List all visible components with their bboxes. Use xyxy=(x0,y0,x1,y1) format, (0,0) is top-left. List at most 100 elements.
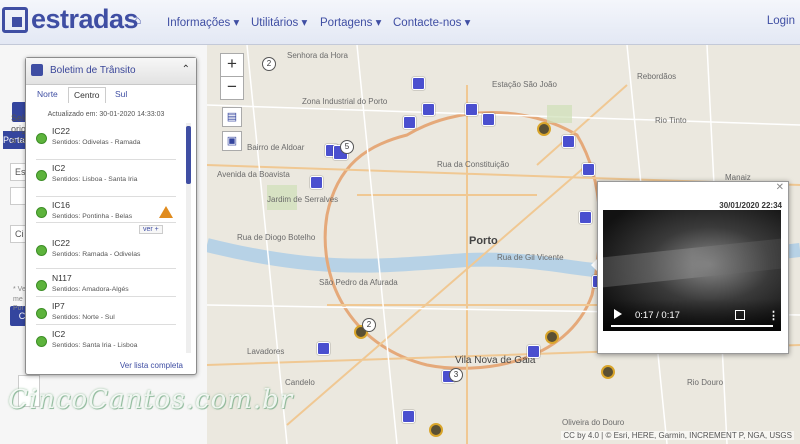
camera-marker[interactable] xyxy=(412,77,425,90)
map-label: Lavadores xyxy=(247,347,285,356)
city-label-porto: Porto xyxy=(469,235,498,247)
camera-marker[interactable] xyxy=(422,103,435,116)
camera-marker[interactable] xyxy=(482,113,495,126)
road-name: IP7 xyxy=(52,301,65,311)
sidebar-note: Por xyxy=(13,305,24,312)
camera-marker[interactable] xyxy=(579,211,592,224)
camera-marker[interactable] xyxy=(527,345,540,358)
traffic-item[interactable]: IC2 Sentidos: Santa Iria - Lisboa xyxy=(36,327,176,353)
map-label: Bairro de Aldoar xyxy=(247,143,305,152)
status-ok-icon xyxy=(36,207,47,218)
road-name: N117 xyxy=(52,273,72,283)
menu-informacoes[interactable]: Informações ▾ xyxy=(167,15,239,29)
panel-scroll-thumb[interactable] xyxy=(186,126,191,184)
map-label: Zona Industrial do Porto xyxy=(302,97,388,106)
warning-marker[interactable] xyxy=(537,122,551,136)
menu-contacte-nos[interactable]: Contacte-nos ▾ xyxy=(393,15,470,29)
traffic-item[interactable]: IC2 Sentidos: Lisboa - Santa Iria xyxy=(36,161,176,197)
road-directions: Sentidos: Amadora-Algés xyxy=(52,286,129,293)
save-icon[interactable]: ▣ xyxy=(222,131,242,151)
camera-marker[interactable] xyxy=(403,116,416,129)
camera-marker[interactable] xyxy=(562,135,575,148)
traffic-item[interactable]: IC22 Sentidos: Ramada - Odivelas xyxy=(36,236,176,269)
road-name: IC22 xyxy=(52,126,70,136)
home-icon[interactable]: ⌂ xyxy=(134,13,141,27)
traffic-item[interactable]: IC16 Sentidos: Pontinha - Belas xyxy=(36,198,176,223)
menu-utilitarios[interactable]: Utilitários ▾ xyxy=(251,15,307,29)
city-label-gaia: Vila Nova de Gaia xyxy=(455,355,536,366)
camera-timestamp: 30/01/2020 22:34 xyxy=(719,201,782,210)
status-ok-icon xyxy=(36,245,47,256)
cluster-count: 3 xyxy=(449,368,463,382)
zoom-in-button[interactable]: + xyxy=(220,53,244,77)
traffic-item[interactable]: N117 Sentidos: Amadora-Algés xyxy=(36,271,176,297)
map-label: Oliveira do Douro xyxy=(562,418,625,427)
watermark: CincoCantos.com.br xyxy=(8,385,294,415)
road-name: IC16 xyxy=(52,200,70,210)
login-link[interactable]: Login xyxy=(767,15,795,27)
map-label: Jardim de Serralves xyxy=(267,195,339,204)
last-updated: Actualizado em: 30-01-2020 14:33:03 xyxy=(47,111,165,118)
map-label: Rua da Constituição xyxy=(437,160,510,169)
camera-marker[interactable] xyxy=(402,410,415,423)
warning-marker[interactable] xyxy=(601,365,615,379)
sidebar-text-line: a ta xyxy=(11,135,27,145)
status-ok-icon xyxy=(36,308,47,319)
more-options-icon[interactable]: ⋮ xyxy=(768,309,779,322)
cluster-count: 2 xyxy=(362,318,376,332)
site-logo[interactable]: estradas xyxy=(2,4,139,35)
status-ok-icon xyxy=(36,170,47,181)
map-label: São Pedro da Afurada xyxy=(319,278,398,287)
road-directions: Sentidos: Lisboa - Santa Iria xyxy=(52,176,138,183)
roadworks-warning-icon xyxy=(159,206,173,218)
sidebar-note: * Ve xyxy=(13,286,26,293)
camera-video[interactable]: 0:17 / 0:17 ⋮ xyxy=(603,210,781,331)
road-name: IC2 xyxy=(52,163,66,173)
road-directions: Sentidos: Odivelas - Ramada xyxy=(52,139,141,146)
video-time: 0:17 / 0:17 xyxy=(635,310,680,321)
bulletin-icon xyxy=(31,64,43,76)
camera-marker[interactable] xyxy=(582,163,595,176)
full-list-link[interactable]: Ver lista completa xyxy=(120,361,183,370)
top-navbar: estradas ⌂ Informações ▾ Utilitários ▾ P… xyxy=(0,0,800,45)
see-more-button[interactable]: ver + xyxy=(139,225,163,234)
map-label: Rio Tinto xyxy=(655,116,687,125)
map-label: Rua de Gil Vicente xyxy=(497,253,564,262)
video-frame xyxy=(603,238,781,288)
tab-centro[interactable]: Centro xyxy=(68,87,106,103)
tab-norte[interactable]: Norte xyxy=(32,87,63,102)
video-controls: 0:17 / 0:17 ⋮ xyxy=(603,299,781,331)
layers-icon[interactable]: ▤ xyxy=(222,107,242,127)
map-label: Rua de Diogo Botelho xyxy=(237,233,316,242)
map-label: Avenida da Boavista xyxy=(217,170,290,179)
zoom-out-button[interactable]: − xyxy=(220,76,244,100)
map-label: Rebordãos xyxy=(637,72,677,81)
collapse-panel-icon[interactable]: ⌃ xyxy=(182,64,190,75)
traffic-item[interactable]: IP7 Sentidos: Norte - Sul xyxy=(36,299,176,325)
fullscreen-icon[interactable] xyxy=(735,310,745,320)
camera-popup: ✕ 30/01/2020 22:34 0:17 / 0:17 ⋮ xyxy=(597,181,789,354)
map-label: Estação São João xyxy=(492,80,557,89)
video-progress-bar[interactable] xyxy=(611,325,773,327)
play-icon[interactable] xyxy=(614,309,622,319)
road-name: IC22 xyxy=(52,238,70,248)
traffic-bulletin-panel: Boletim de Trânsito ⌃ Norte Centro Sul A… xyxy=(25,57,197,375)
sidebar-text-line: orig xyxy=(11,124,27,134)
panel-header[interactable]: Boletim de Trânsito ⌃ xyxy=(26,58,196,85)
map-label: Senhora da Hora xyxy=(287,51,348,60)
menu-portagens[interactable]: Portagens ▾ xyxy=(320,15,381,29)
road-name: IC2 xyxy=(52,329,66,339)
warning-marker[interactable] xyxy=(545,330,559,344)
tab-sul[interactable]: Sul xyxy=(110,87,132,102)
cluster-count: 5 xyxy=(340,140,354,154)
logo-text: estradas xyxy=(31,4,139,34)
camera-marker[interactable] xyxy=(310,176,323,189)
warning-marker[interactable] xyxy=(429,423,443,437)
status-ok-icon xyxy=(36,336,47,347)
camera-marker[interactable] xyxy=(317,342,330,355)
road-directions: Sentidos: Santa Iria - Lisboa xyxy=(52,342,138,349)
traffic-item[interactable]: IC22 Sentidos: Odivelas - Ramada xyxy=(36,124,176,160)
camera-marker[interactable] xyxy=(465,103,478,116)
close-icon[interactable]: ✕ xyxy=(776,182,784,193)
map-attribution: CC by 4.0 | © Esri, HERE, Garmin, INCREM… xyxy=(561,431,794,440)
